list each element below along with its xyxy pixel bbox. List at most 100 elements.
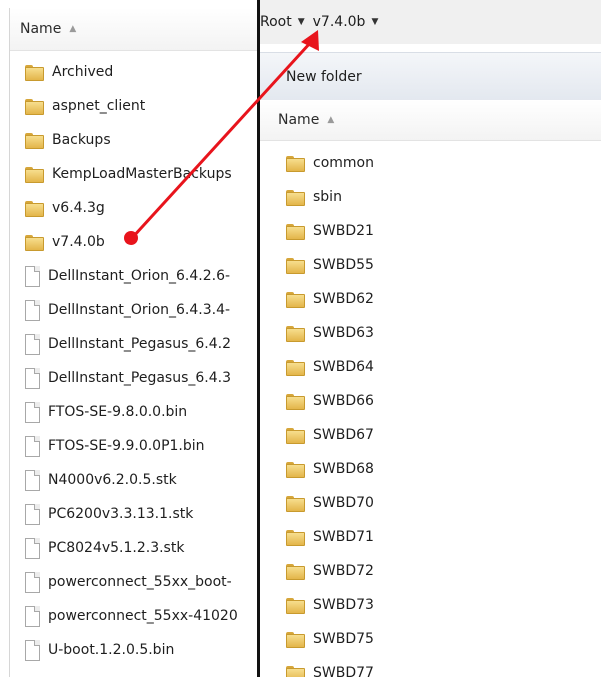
file-item-ftos-se-9-9-0-0p1-bin[interactable]: FTOS-SE-9.9.0.0P1.bin (10, 429, 260, 463)
folder-item-swbd77[interactable]: SWBD77 (260, 656, 601, 677)
folder-icon (25, 98, 44, 115)
file-icon (25, 265, 40, 287)
item-name: SWBD63 (313, 325, 374, 341)
folder-item-swbd21[interactable]: SWBD21 (260, 214, 601, 248)
item-name: DellInstant_Pegasus_6.4.3 (48, 370, 232, 386)
file-icon (25, 299, 40, 321)
folder-item-kemploadmasterbackups[interactable]: KempLoadMasterBackups (10, 157, 260, 191)
chevron-down-icon[interactable]: ▼ (298, 17, 305, 27)
file-icon (25, 605, 40, 627)
item-name: SWBD68 (313, 461, 374, 477)
folder-item-swbd68[interactable]: SWBD68 (260, 452, 601, 486)
file-icon (25, 401, 40, 423)
folder-item-swbd71[interactable]: SWBD71 (260, 520, 601, 554)
folder-icon (286, 223, 305, 240)
folder-icon (286, 495, 305, 512)
folder-item-swbd67[interactable]: SWBD67 (260, 418, 601, 452)
file-item-dellinstant-orion-6-4-2-6[interactable]: DellInstant_Orion_6.4.2.6- (10, 259, 260, 293)
folder-item-sbin[interactable]: sbin (260, 180, 601, 214)
item-name: N4000v6.2.0.5.stk (48, 472, 177, 488)
item-name: KempLoadMasterBackups (52, 166, 232, 182)
file-icon (25, 333, 40, 355)
folder-icon (286, 189, 305, 206)
item-name: SWBD71 (313, 529, 374, 545)
folder-item-common[interactable]: common (260, 146, 601, 180)
file-item-pc6200v3-3-13-1-stk[interactable]: PC6200v3.3.13.1.stk (10, 497, 260, 531)
folder-icon (286, 393, 305, 410)
name-column-label: Name (278, 112, 320, 128)
item-name: SWBD73 (313, 597, 374, 613)
folder-icon (286, 427, 305, 444)
folder-item-swbd73[interactable]: SWBD73 (260, 588, 601, 622)
folder-icon (286, 563, 305, 580)
right-name-column-header[interactable]: Name ▲ (260, 100, 601, 141)
folder-item-swbd66[interactable]: SWBD66 (260, 384, 601, 418)
folder-item-swbd75[interactable]: SWBD75 (260, 622, 601, 656)
folder-icon (286, 359, 305, 376)
item-name: DellInstant_Orion_6.4.3.4- (48, 302, 231, 318)
folder-item-swbd62[interactable]: SWBD62 (260, 282, 601, 316)
sort-ascending-icon: ▲ (69, 24, 77, 34)
folder-icon (286, 155, 305, 172)
sort-ascending-icon: ▲ (327, 115, 335, 125)
folder-item-swbd64[interactable]: SWBD64 (260, 350, 601, 384)
folder-icon (286, 325, 305, 342)
item-name: U-boot.1.2.0.5.bin (48, 642, 175, 658)
folder-icon (25, 234, 44, 251)
file-item-powerconnect-55xx-boot[interactable]: powerconnect_55xx_boot- (10, 565, 260, 599)
breadcrumb: Root ▼ v7.4.0b ▼ (260, 0, 601, 44)
file-item-ftos-se-9-8-0-0-bin[interactable]: FTOS-SE-9.8.0.0.bin (10, 395, 260, 429)
item-name: SWBD70 (313, 495, 374, 511)
file-item-dellinstant-orion-6-4-3-4[interactable]: DellInstant_Orion_6.4.3.4- (10, 293, 260, 327)
folder-icon (286, 257, 305, 274)
file-item-dellinstant-pegasus-6-4-2[interactable]: DellInstant_Pegasus_6.4.2 (10, 327, 260, 361)
chevron-down-icon[interactable]: ▼ (371, 17, 378, 27)
left-file-pane: Name ▲ Archived aspnet_client Backups KempL… (9, 8, 260, 677)
folder-item-swbd63[interactable]: SWBD63 (260, 316, 601, 350)
file-icon (25, 571, 40, 593)
folder-icon (286, 529, 305, 546)
item-name: SWBD64 (313, 359, 374, 375)
item-name: FTOS-SE-9.9.0.0P1.bin (48, 438, 205, 454)
folder-icon (286, 665, 305, 677)
item-name: sbin (313, 189, 342, 205)
folder-item-v6-4-3g[interactable]: v6.4.3g (10, 191, 260, 225)
folder-item-swbd55[interactable]: SWBD55 (260, 248, 601, 282)
left-name-column-header[interactable]: Name ▲ (10, 8, 260, 51)
folder-icon (286, 597, 305, 614)
item-name: SWBD55 (313, 257, 374, 273)
folder-icon (25, 166, 44, 183)
item-name: SWBD72 (313, 563, 374, 579)
folder-item-swbd70[interactable]: SWBD70 (260, 486, 601, 520)
file-item-n4000v6-2-0-5-stk[interactable]: N4000v6.2.0.5.stk (10, 463, 260, 497)
toolbar: New folder (260, 52, 601, 102)
folder-item-aspnet-client[interactable]: aspnet_client (10, 89, 260, 123)
folder-item-v7-4-0b[interactable]: v7.4.0b (10, 225, 260, 259)
item-name: SWBD21 (313, 223, 374, 239)
folder-item-backups[interactable]: Backups (10, 123, 260, 157)
item-name: powerconnect_55xx_boot- (48, 574, 232, 590)
item-name: DellInstant_Pegasus_6.4.2 (48, 336, 232, 352)
item-name: SWBD67 (313, 427, 374, 443)
file-item-dellinstant-pegasus-6-4-3[interactable]: DellInstant_Pegasus_6.4.3 (10, 361, 260, 395)
item-name: FTOS-SE-9.8.0.0.bin (48, 404, 188, 420)
item-name: v6.4.3g (52, 200, 105, 216)
new-folder-button[interactable]: New folder (286, 69, 362, 85)
item-name: SWBD62 (313, 291, 374, 307)
folder-icon (286, 291, 305, 308)
item-name: Archived (52, 64, 114, 80)
file-item-u-boot-1-2-0-5-bin[interactable]: U-boot.1.2.0.5.bin (10, 633, 260, 667)
file-icon (25, 367, 40, 389)
item-name: SWBD77 (313, 665, 374, 677)
file-icon (25, 435, 40, 457)
name-column-label: Name (20, 21, 62, 37)
file-item-powerconnect-55xx-41020[interactable]: powerconnect_55xx-41020 (10, 599, 260, 633)
breadcrumb-v7-4-0b[interactable]: v7.4.0b (313, 14, 366, 30)
item-name: SWBD66 (313, 393, 374, 409)
folder-item-archived[interactable]: Archived (10, 55, 260, 89)
item-name: PC6200v3.3.13.1.stk (48, 506, 194, 522)
file-item-pc8024v5-1-2-3-stk[interactable]: PC8024v5.1.2.3.stk (10, 531, 260, 565)
file-icon (25, 469, 40, 491)
breadcrumb-root[interactable]: Root (260, 14, 292, 30)
folder-item-swbd72[interactable]: SWBD72 (260, 554, 601, 588)
